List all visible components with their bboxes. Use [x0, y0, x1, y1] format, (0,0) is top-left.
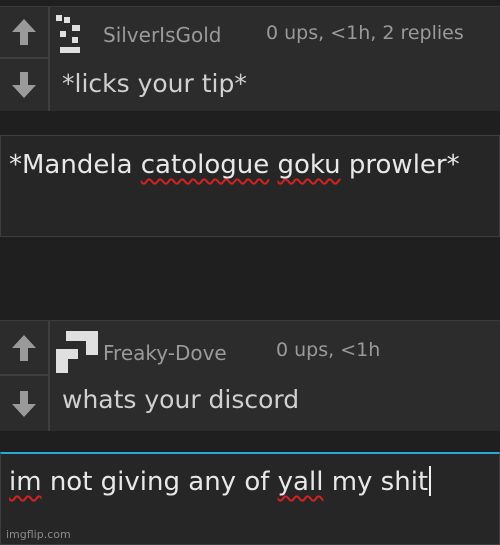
pixel-avatar-icon[interactable]	[56, 15, 90, 55]
arrow-up-icon	[12, 19, 36, 45]
watermark: imgflip.com	[6, 528, 71, 541]
downvote-button[interactable]	[0, 376, 48, 431]
pixel-avatar-icon[interactable]	[56, 331, 98, 373]
comment-meta: 0 ups, <1h	[276, 339, 381, 361]
reply-input-text: im not giving any of yall my shit	[9, 466, 432, 497]
arrow-up-icon	[12, 334, 36, 361]
reply-input-text: *Mandela catologue goku prowler*	[9, 150, 460, 180]
spellcheck-word: catologue	[140, 150, 270, 180]
upvote-button[interactable]	[0, 321, 48, 376]
comment-meta: 0 ups, <1h, 2 replies	[266, 22, 464, 44]
reply-input-1[interactable]: *Mandela catologue goku prowler*	[0, 135, 500, 237]
comment-author[interactable]: SilverIsGold	[103, 23, 221, 47]
upvote-button[interactable]	[0, 7, 48, 59]
vote-column	[0, 321, 50, 431]
comment-author[interactable]: Freaky-Dove	[103, 341, 227, 365]
downvote-button[interactable]	[0, 59, 48, 111]
spellcheck-word: im	[9, 467, 42, 497]
reply-input-2[interactable]: im not giving any of yall my shit	[0, 452, 500, 545]
spellcheck-word: yall	[277, 467, 324, 497]
arrow-down-icon	[12, 390, 36, 417]
comment-text: whats your discord	[62, 385, 300, 414]
comment-text: *licks your tip*	[62, 69, 247, 98]
spellcheck-word: goku	[277, 150, 341, 180]
arrow-down-icon	[12, 72, 36, 98]
vote-column	[0, 7, 50, 111]
text-cursor	[429, 466, 432, 496]
comment-freaky-dove: Freaky-Dove 0 ups, <1h whats your discor…	[0, 320, 500, 431]
comment-silverisgold: SilverIsGold 0 ups, <1h, 2 replies *lick…	[0, 6, 500, 111]
